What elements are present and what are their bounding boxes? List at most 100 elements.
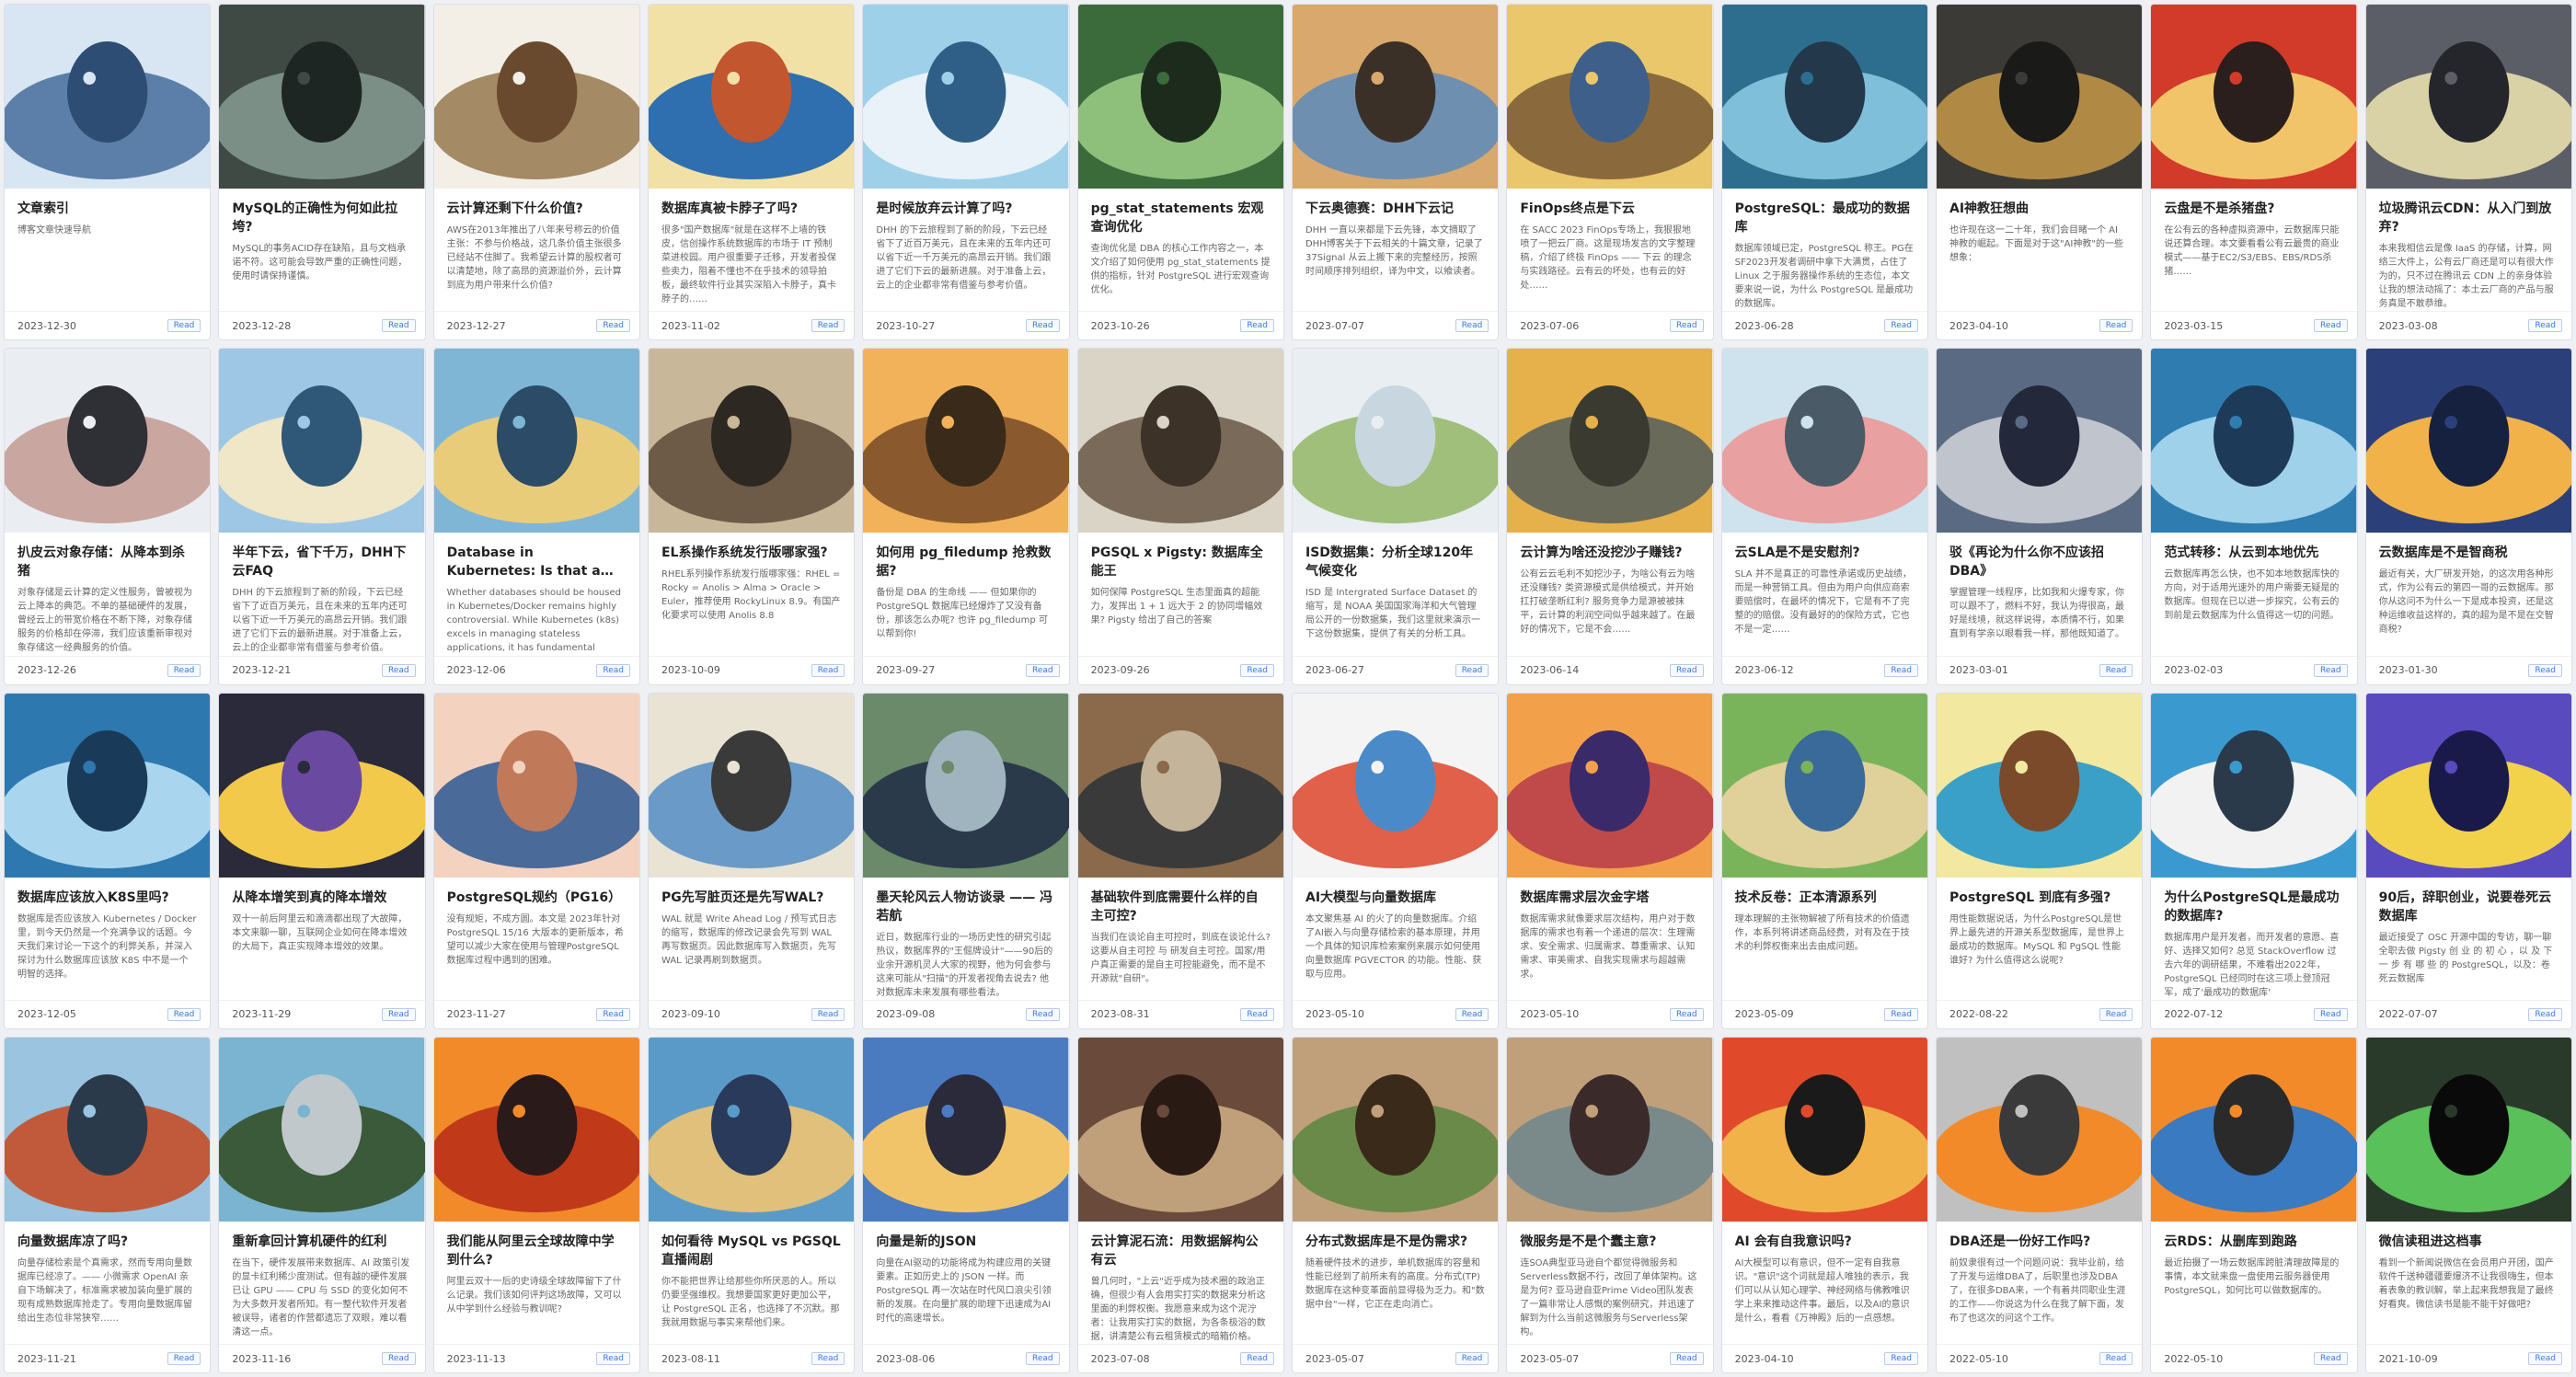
article-title[interactable]: 云RDS：从删库到跑路: [2164, 1233, 2343, 1251]
article-card-21[interactable]: 云SLA是不是安慰剂? SLA 并不是真正的可靠性承诺或历史战绩，而是一种营销工…: [1720, 348, 1928, 685]
read-button[interactable]: Read: [1884, 1007, 1918, 1021]
article-card-29[interactable]: 墨天轮风云人物访谈录 —— 冯若航 近日，数据库行业的一场历史性的研究引起热议，…: [862, 692, 1070, 1029]
read-button[interactable]: Read: [1026, 1352, 1060, 1365]
article-card-37[interactable]: 向量数据库凉了吗? 向量存储检索是个真需求，然而专用向量数据库已经凉了。—— 小…: [4, 1036, 212, 1373]
article-card-24[interactable]: 云数据库是不是智商税 最近有关，大厂研发开始，的这次用各种形式，作为公有云的第四…: [2364, 348, 2572, 685]
article-title[interactable]: 文章索引: [17, 200, 197, 218]
article-title[interactable]: 范式转移：从云到本地优先: [2164, 544, 2343, 562]
article-card-11[interactable]: 云盘是不是杀猪盘? 在公有云的各种虚拟资源中，云数据库只能说还算合理。本文要看看…: [2150, 4, 2358, 341]
article-card-20[interactable]: 云计算为啥还没挖沙子赚钱? 公有云云毛利不如挖沙子，为啥公有云为啥还没赚钱? 类…: [1506, 348, 1714, 685]
article-title[interactable]: 数据库真被卡脖子了吗?: [661, 200, 841, 218]
article-card-31[interactable]: AI大模型与向量数据库 本文聚焦基 AI 的火了的向量数据库。介绍了AI嵌入与向…: [1291, 692, 1500, 1029]
article-card-26[interactable]: 从降本增笑到真的降本增效 双十一前后阿里云和滴滴都出现了大故障，本文来聊一聊，互…: [218, 692, 426, 1029]
read-button[interactable]: Read: [811, 1007, 845, 1021]
article-title[interactable]: 向量是新的JSON: [876, 1233, 1055, 1251]
article-title[interactable]: 驳《再论为什么你不应该招DBA》: [1949, 544, 2129, 580]
article-card-3[interactable]: 云计算还剩下什么价值? AWS在2013年推出了八年来号称云的价值主张：不参与价…: [432, 4, 640, 341]
article-title[interactable]: 技术反卷：正本清源系列: [1735, 889, 1915, 907]
read-button[interactable]: Read: [167, 1352, 201, 1365]
read-button[interactable]: Read: [1455, 663, 1489, 677]
read-button[interactable]: Read: [382, 663, 416, 677]
article-title[interactable]: 是时候放弃云计算了吗?: [876, 200, 1055, 218]
article-card-19[interactable]: ISD数据集：分析全球120年气候变化 ISD 是 Intergrated Su…: [1291, 348, 1500, 685]
article-title[interactable]: 向量数据库凉了吗?: [17, 1233, 197, 1251]
article-card-9[interactable]: PostgreSQL：最成功的数据库 数据库领域已定，PostgreSQL 称王…: [1720, 4, 1928, 341]
article-title[interactable]: 我们能从阿里云全球故障中学到什么?: [447, 1233, 627, 1269]
read-button[interactable]: Read: [1455, 319, 1489, 333]
article-card-8[interactable]: FinOps终点是下云 在 SACC 2023 FinOps专场上，我狠狠地喷了…: [1506, 4, 1714, 341]
article-card-34[interactable]: PostgreSQL 到底有多强? 用性能数据说话，为什么PostgreSQL是…: [1935, 692, 2144, 1029]
article-title[interactable]: 云SLA是不是安慰剂?: [1735, 544, 1915, 562]
article-title[interactable]: 为什么PostgreSQL是最成功的数据库?: [2164, 889, 2343, 925]
article-title[interactable]: 云计算还剩下什么价值?: [447, 200, 627, 218]
article-title[interactable]: MySQL的正确性为何如此拉垮?: [232, 200, 411, 236]
article-card-46[interactable]: DBA还是一份好工作吗? 前奴隶很有过一个问题问说：我毕业前，给了开发与运维DB…: [1935, 1036, 2144, 1373]
article-title[interactable]: 分布式数据库是不是伪需求?: [1305, 1233, 1485, 1251]
article-title[interactable]: 90后，辞职创业，说要卷死云数据库: [2379, 889, 2559, 925]
article-title[interactable]: pg_stat_statements 宏观查询优化: [1091, 200, 1271, 236]
read-button[interactable]: Read: [2528, 319, 2562, 333]
article-card-38[interactable]: 重新拿回计算机硬件的红利 在当下，硬件发展带来数据库、AI 政策引发的显卡红利稀…: [218, 1036, 426, 1373]
article-title[interactable]: FinOps终点是下云: [1520, 200, 1699, 218]
article-title[interactable]: AI神教狂想曲: [1949, 200, 2129, 218]
article-title[interactable]: 云计算泥石流：用数据解构公有云: [1091, 1233, 1271, 1269]
read-button[interactable]: Read: [596, 1007, 630, 1021]
article-title[interactable]: 垃圾腾讯云CDN：从入门到放弃?: [2379, 200, 2559, 236]
article-card-30[interactable]: 基础软件到底需要什么样的自主可控? 当我们在谈论自主可控时，到底在谈论什么? 这…: [1076, 692, 1284, 1029]
article-title[interactable]: 数据库应该放入K8S里吗?: [17, 889, 197, 907]
read-button[interactable]: Read: [1884, 319, 1918, 333]
read-button[interactable]: Read: [382, 1352, 416, 1365]
read-button[interactable]: Read: [596, 319, 630, 333]
read-button[interactable]: Read: [2099, 663, 2133, 677]
article-title[interactable]: AI 会有自我意识吗?: [1735, 1233, 1915, 1251]
read-button[interactable]: Read: [1455, 1007, 1489, 1021]
read-button[interactable]: Read: [596, 1352, 630, 1365]
article-card-43[interactable]: 分布式数据库是不是伪需求? 随着硬件技术的进步，单机数据库的容量和性能已经到了前…: [1291, 1036, 1500, 1373]
article-card-22[interactable]: 驳《再论为什么你不应该招DBA》 掌握管理一线程序，比如我和火爆专家，你可以跟不…: [1935, 348, 2144, 685]
read-button[interactable]: Read: [1670, 663, 1704, 677]
read-button[interactable]: Read: [1670, 1007, 1704, 1021]
article-card-42[interactable]: 云计算泥石流：用数据解构公有云 曾几何时，"上云"近乎成为技术圈的政治正确，但很…: [1076, 1036, 1284, 1373]
article-card-6[interactable]: pg_stat_statements 宏观查询优化 查询优化是 DBA 的核心工…: [1076, 4, 1284, 341]
article-card-47[interactable]: 云RDS：从删库到跑路 最近拍摄了一场云数据库跨脏清理故障是的事情，本文就来盘一…: [2150, 1036, 2358, 1373]
article-card-27[interactable]: PostgreSQL规约（PG16） 没有规矩，不成方圆。本文是 2023年针对…: [432, 692, 640, 1029]
article-card-7[interactable]: 下云奥德赛：DHH下云记 DHH 一直以来都是下云先锋，本文摘取了DHH博客关于…: [1291, 4, 1500, 341]
article-title[interactable]: 墨天轮风云人物访谈录 —— 冯若航: [876, 889, 1055, 925]
read-button[interactable]: Read: [2099, 1352, 2133, 1365]
article-card-45[interactable]: AI 会有自我意识吗? AI大模型可以有意识，但不一定有自我意识。"意识"这个词…: [1720, 1036, 1928, 1373]
article-card-23[interactable]: 范式转移：从云到本地优先 云数据库再怎么快，也不如本地数据库快的方向，对于适用光…: [2150, 348, 2358, 685]
article-title[interactable]: 如何用 pg_filedump 抢救数据?: [876, 544, 1055, 580]
read-button[interactable]: Read: [2099, 1007, 2133, 1021]
read-button[interactable]: Read: [2314, 663, 2348, 677]
article-card-5[interactable]: 是时候放弃云计算了吗? DHH 的下云旅程到了新的阶段，下云已经省下了近百万美元…: [862, 4, 1070, 341]
article-title[interactable]: PG先写脏页还是先写WAL?: [661, 889, 841, 907]
read-button[interactable]: Read: [1026, 319, 1060, 333]
read-button[interactable]: Read: [1240, 663, 1274, 677]
read-button[interactable]: Read: [1670, 1352, 1704, 1365]
article-title[interactable]: 微服务是不是个蠢主意?: [1520, 1233, 1699, 1251]
article-title[interactable]: PostgreSQL 到底有多强?: [1949, 889, 2129, 907]
article-title[interactable]: 如何看待 MySQL vs PGSQL 直播闹剧: [661, 1233, 841, 1269]
article-card-28[interactable]: PG先写脏页还是先写WAL? WAL 就是 Write Ahead Log / …: [647, 692, 856, 1029]
read-button[interactable]: Read: [2528, 1352, 2562, 1365]
article-title[interactable]: 云盘是不是杀猪盘?: [2164, 200, 2343, 218]
read-button[interactable]: Read: [167, 663, 201, 677]
article-card-10[interactable]: AI神教狂想曲 也许现在这一二十年，我们会目睹一个 AI 神教的崛起。下面是对于…: [1935, 4, 2144, 341]
read-button[interactable]: Read: [1884, 663, 1918, 677]
read-button[interactable]: Read: [2314, 1007, 2348, 1021]
article-card-25[interactable]: 数据库应该放入K8S里吗? 数据库是否应该放入 Kubernetes / Doc…: [4, 692, 212, 1029]
read-button[interactable]: Read: [1240, 319, 1274, 333]
article-card-18[interactable]: PGSQL x Pigsty: 数据库全能王 如何保障 PostgreSQL 生…: [1076, 348, 1284, 685]
read-button[interactable]: Read: [382, 319, 416, 333]
article-card-2[interactable]: MySQL的正确性为何如此拉垮? MySQL的事务ACID存在缺陷，且与文档承诺…: [218, 4, 426, 341]
article-card-36[interactable]: 90后，辞职创业，说要卷死云数据库 最近接受了 OSC 开源中国的专访，聊一聊全…: [2364, 692, 2572, 1029]
read-button[interactable]: Read: [1455, 1352, 1489, 1365]
read-button[interactable]: Read: [811, 1352, 845, 1365]
read-button[interactable]: Read: [811, 319, 845, 333]
article-card-44[interactable]: 微服务是不是个蠢主意? 连SOA典型亚马逊自个都觉得微服务和Serverless…: [1506, 1036, 1714, 1373]
article-title[interactable]: 数据库需求层次金字塔: [1520, 889, 1699, 907]
article-title[interactable]: ISD数据集：分析全球120年气候变化: [1305, 544, 1485, 580]
article-title[interactable]: 重新拿回计算机硬件的红利: [232, 1233, 411, 1251]
read-button[interactable]: Read: [1670, 319, 1704, 333]
article-title[interactable]: AI大模型与向量数据库: [1305, 889, 1485, 907]
